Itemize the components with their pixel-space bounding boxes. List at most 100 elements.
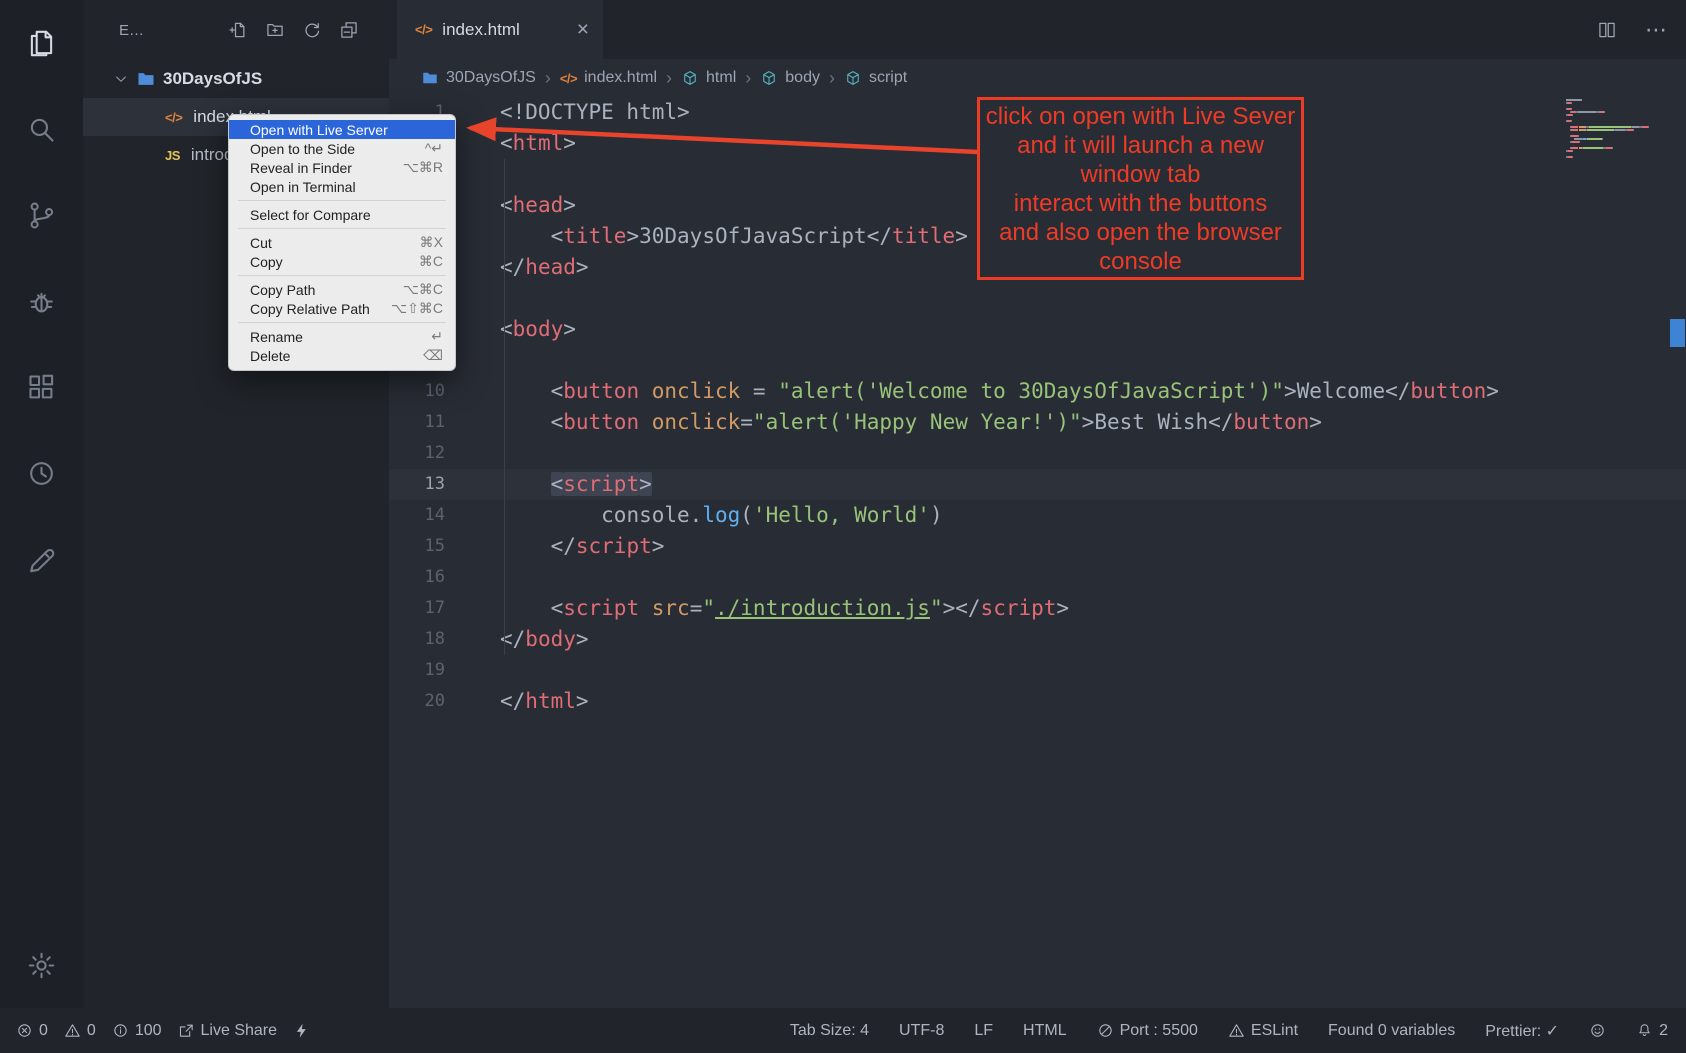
menu-item-reveal-in-finder[interactable]: Reveal in Finder⌥⌘R (229, 158, 455, 177)
status-live-share[interactable]: Live Share (178, 1022, 278, 1040)
menu-item-copy[interactable]: Copy⌘C (229, 252, 455, 271)
menu-item-open-with-live-server[interactable]: Open with Live Server (229, 120, 455, 139)
status-right: Tab Size: 4 UTF-8 LF HTML Port : 5500 ESLint F… (790, 1021, 1686, 1041)
status-label: LF (974, 1022, 993, 1040)
port-icon (1097, 1022, 1114, 1039)
activity-item-clock[interactable] (0, 430, 83, 516)
breadcrumb-label: script (869, 69, 907, 87)
status-language-mode[interactable]: HTML (1023, 1022, 1067, 1040)
activity-item-source-control[interactable] (0, 172, 83, 258)
tab-bar: </> index.html × ⋯ (389, 0, 1686, 59)
line-content: <title>30DaysOfJavaScript</title> (445, 221, 968, 252)
folder-icon (421, 69, 439, 87)
code-line-13: 13 <script> (389, 469, 1686, 500)
menu-item-shortcut: ↵ (415, 328, 443, 345)
status-live-server-port[interactable]: Port : 5500 (1097, 1022, 1198, 1040)
line-content: console.log('Hello, World') (445, 500, 943, 531)
minimap-line (1566, 123, 1666, 125)
breadcrumb-body[interactable]: body (760, 69, 820, 87)
activity-item-explorer[interactable] (0, 0, 83, 86)
refresh-icon[interactable] (302, 20, 322, 40)
menu-item-open-to-the-side[interactable]: Open to the Side^↵ (229, 139, 455, 158)
breadcrumb-label: 30DaysOfJS (446, 69, 536, 87)
status-errors[interactable]: 0 (16, 1022, 48, 1040)
annotation-text-line: and also open the browser (999, 218, 1282, 247)
status-label: ESLint (1251, 1022, 1298, 1040)
breadcrumb-index-html[interactable]: </>index.html (560, 69, 657, 87)
menu-item-cut[interactable]: Cut⌘X (229, 233, 455, 252)
menu-item-copy-relative-path[interactable]: Copy Relative Path ⌥⇧⌘C (229, 299, 455, 318)
activity-bar (0, 0, 83, 1008)
activity-item-extensions[interactable] (0, 344, 83, 430)
line-content (445, 438, 500, 469)
status-notifications[interactable]: 2 (1636, 1022, 1668, 1040)
menu-separator (238, 275, 446, 276)
status-info-count[interactable]: 100 (112, 1022, 162, 1040)
html-file-icon: </> (560, 71, 577, 86)
minimap-line (1566, 129, 1666, 131)
html-file-icon: </> (165, 110, 182, 125)
status-eol[interactable]: LF (974, 1022, 993, 1040)
menu-item-label: Copy Path (250, 282, 315, 298)
menu-item-shortcut: ⌘C (403, 253, 443, 270)
status-tab-size[interactable]: Tab Size: 4 (790, 1022, 869, 1040)
menu-item-select-for-compare[interactable]: Select for Compare (229, 205, 455, 224)
status-encoding[interactable]: UTF-8 (899, 1022, 944, 1040)
status-found-variables[interactable]: Found 0 variables (1328, 1022, 1455, 1040)
minimap[interactable] (1566, 99, 1666, 159)
menu-item-label: Delete (250, 348, 290, 364)
menu-item-label: Open with Live Server (250, 122, 388, 138)
new-folder-icon[interactable] (265, 20, 285, 40)
close-tab-icon[interactable]: × (577, 19, 589, 40)
menu-item-rename[interactable]: Rename ↵ (229, 327, 455, 346)
status-prettier[interactable]: Prettier: ✓ (1485, 1021, 1559, 1041)
tab-index-html[interactable]: </> index.html × (397, 0, 603, 59)
code-line-8: 8<body> (389, 314, 1686, 345)
line-content: <script src="./introduction.js"></script… (445, 593, 1069, 624)
menu-item-delete[interactable]: Delete⌫ (229, 346, 455, 365)
minimap-line (1566, 135, 1666, 137)
status-label: HTML (1023, 1022, 1067, 1040)
minimap-line (1566, 108, 1666, 110)
editor-actions: ⋯ (1597, 0, 1668, 59)
line-number: 20 (389, 686, 445, 717)
activity-item-pen[interactable] (0, 516, 83, 602)
chevron-down-icon (113, 71, 129, 87)
indent-guide (504, 159, 505, 655)
line-number: 16 (389, 562, 445, 593)
html-file-icon: </> (415, 22, 432, 37)
menu-item-label: Copy Relative Path (250, 301, 370, 317)
minimap-line (1566, 117, 1666, 119)
activity-item-search[interactable] (0, 86, 83, 172)
breadcrumb-html[interactable]: html (681, 69, 736, 87)
info-icon (112, 1022, 129, 1039)
line-content: </html> (445, 686, 589, 717)
activity-item-settings-gear[interactable] (0, 922, 83, 1008)
menu-item-copy-path[interactable]: Copy Path ⌥⌘C (229, 280, 455, 299)
code-line-14: 14 console.log('Hello, World') (389, 500, 1686, 531)
breadcrumb-separator: › (545, 68, 551, 89)
new-file-icon[interactable] (228, 20, 248, 40)
menu-item-shortcut: ⌥⌘C (387, 281, 443, 298)
menu-item-label: Open to the Side (250, 141, 355, 157)
status-eslint[interactable]: ESLint (1228, 1022, 1298, 1040)
minimap-line (1566, 141, 1666, 143)
status-warnings[interactable]: 0 (64, 1022, 96, 1040)
minimap-line (1566, 156, 1666, 158)
explorer-root-folder[interactable]: 30DaysOfJS (83, 60, 389, 98)
menu-item-shortcut: ⌘X (404, 234, 443, 251)
breadcrumb-script[interactable]: script (844, 69, 907, 87)
code-line-12: 12 (389, 438, 1686, 469)
menu-item-label: Rename (250, 329, 303, 345)
activity-item-debug[interactable] (0, 258, 83, 344)
bell-icon (1636, 1022, 1653, 1039)
menu-item-open-in-terminal[interactable]: Open in Terminal (229, 177, 455, 196)
status-feedback-smiley[interactable] (1589, 1022, 1606, 1039)
split-editor-icon[interactable] (1597, 20, 1617, 40)
menu-item-shortcut: ⌥⇧⌘C (375, 300, 443, 317)
breadcrumb-30daysofjs[interactable]: 30DaysOfJS (421, 69, 536, 87)
collapse-all-icon[interactable] (339, 20, 359, 40)
error-icon (16, 1022, 33, 1039)
status-bolt[interactable] (293, 1022, 310, 1039)
more-actions-icon[interactable]: ⋯ (1645, 17, 1668, 43)
